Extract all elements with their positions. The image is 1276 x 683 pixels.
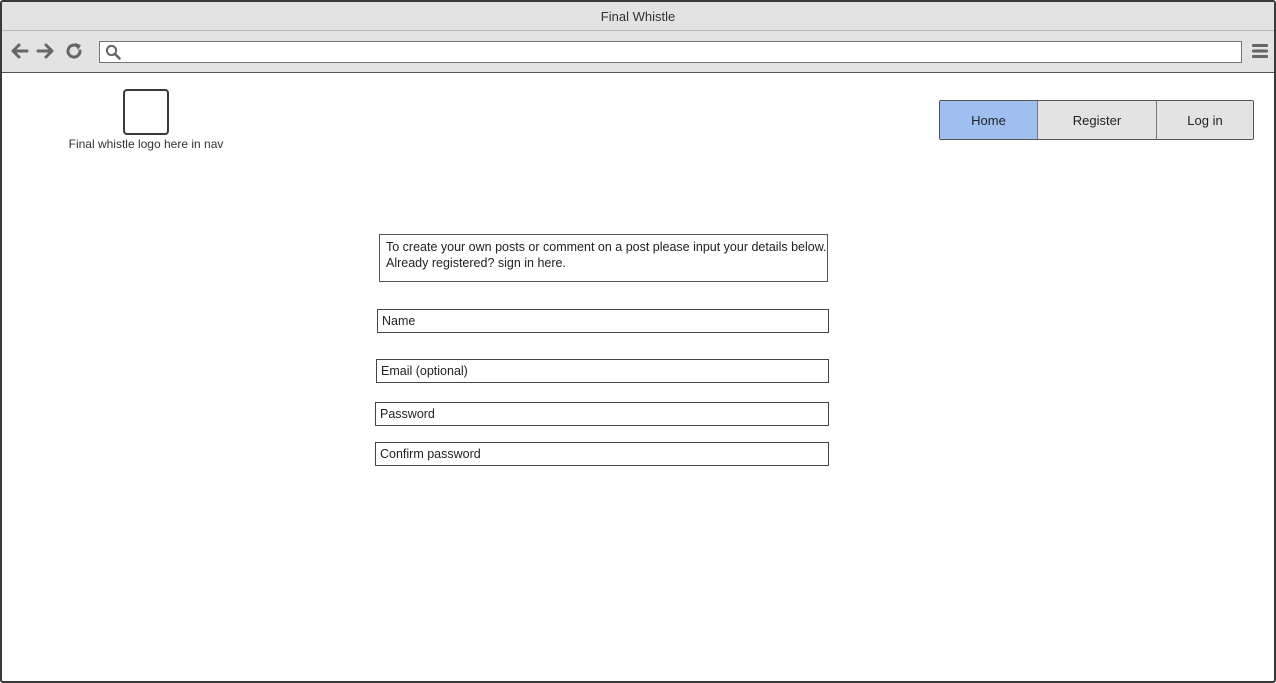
address-input[interactable]: [126, 43, 1237, 59]
address-bar[interactable]: [99, 41, 1242, 63]
search-icon: [105, 44, 121, 60]
title-bar: Final Whistle: [2, 2, 1274, 31]
confirm-password-field-box: [375, 442, 829, 466]
nav-label: Home: [971, 112, 1006, 128]
register-intro-text: To create your own posts or comment on a…: [379, 234, 828, 282]
hamburger-menu-icon[interactable]: [1252, 42, 1268, 60]
main-nav: Home Register Log in: [939, 100, 1254, 140]
browser-toolbar: [2, 31, 1274, 73]
email-field-box: [376, 359, 829, 383]
browser-window: Final Whistle Final whistle logo here in…: [0, 0, 1276, 683]
password-field-box: [375, 402, 829, 426]
email-input[interactable]: [377, 360, 828, 382]
nav-login-button[interactable]: Log in: [1156, 101, 1253, 139]
reload-icon[interactable]: [63, 40, 85, 62]
logo-placeholder: [123, 89, 169, 135]
arrow-right-icon[interactable]: [34, 40, 56, 62]
arrow-left-icon[interactable]: [9, 40, 31, 62]
name-input[interactable]: [378, 310, 828, 332]
confirm-password-input[interactable]: [376, 443, 828, 465]
nav-home-button[interactable]: Home: [940, 101, 1037, 139]
name-field-box: [377, 309, 829, 333]
nav-label: Register: [1072, 112, 1122, 128]
logo-caption: Final whistle logo here in nav: [68, 137, 224, 151]
window-title: Final Whistle: [600, 8, 676, 24]
nav-label: Log in: [1187, 112, 1223, 128]
password-input[interactable]: [376, 403, 828, 425]
nav-register-button[interactable]: Register: [1037, 101, 1156, 139]
